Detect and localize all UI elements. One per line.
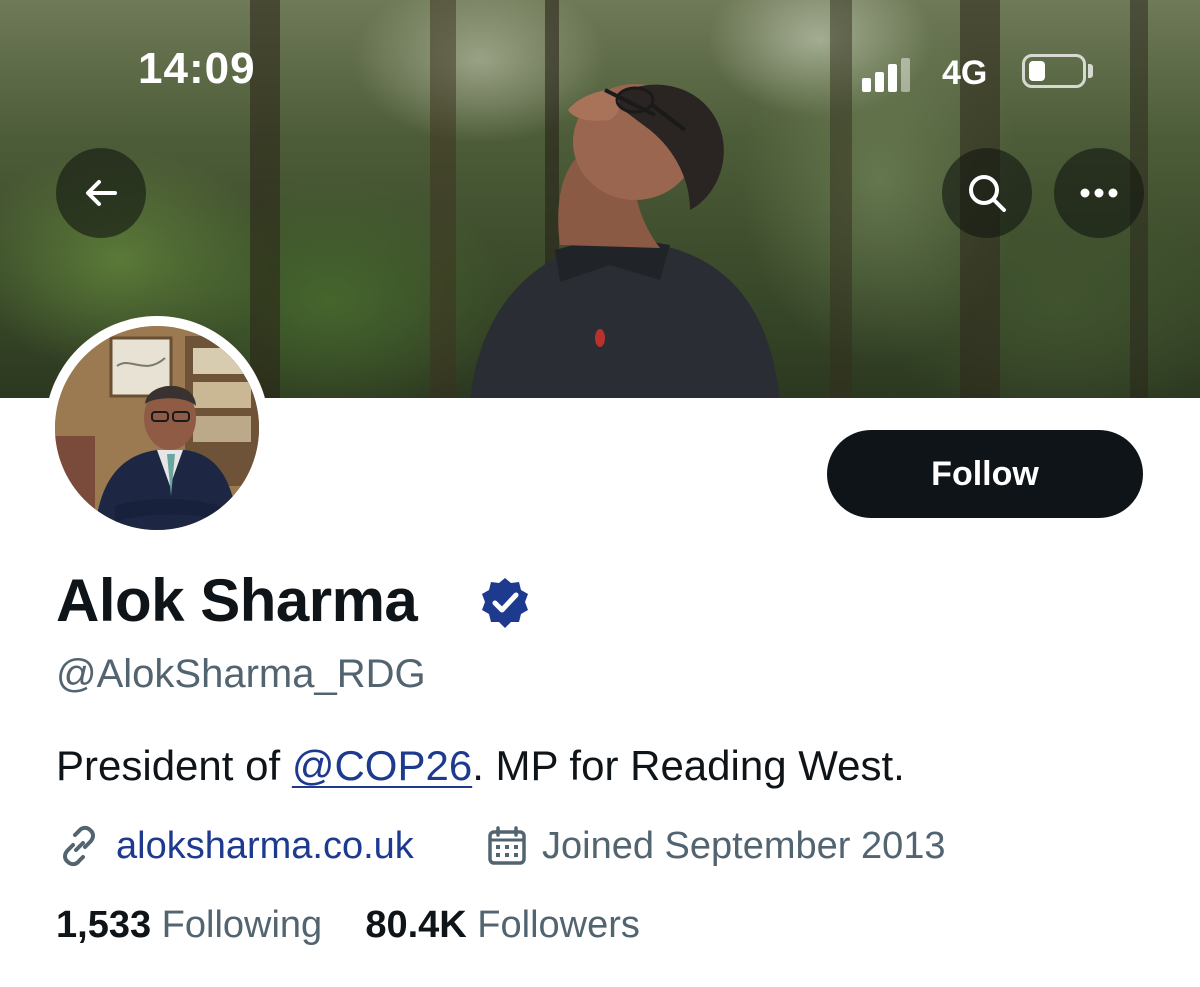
followers-label: Followers <box>477 904 640 946</box>
following-count: 1,533 <box>56 904 152 946</box>
bio-mention-link[interactable]: @COP26 <box>292 742 472 789</box>
more-horizontal-icon <box>1080 188 1118 198</box>
following-stat[interactable]: 1,533 Following <box>56 904 322 946</box>
banner-tree-trunk <box>830 0 852 398</box>
battery-level <box>1029 61 1045 81</box>
profile-page: 14:09 4G Follow Alok Sharma @AlokSharma_… <box>0 0 1200 987</box>
follow-stats: 1,533 Following 80.4K Followers <box>56 904 640 947</box>
bio-text-suffix: . MP for Reading West. <box>472 742 905 789</box>
follow-button[interactable]: Follow <box>827 430 1143 518</box>
banner-tree-trunk <box>430 0 456 398</box>
display-name: Alok Sharma <box>56 567 418 634</box>
profile-handle: @AlokSharma_RDG <box>56 652 426 696</box>
following-label: Following <box>161 904 323 946</box>
battery-icon <box>1022 54 1086 88</box>
search-button[interactable] <box>942 148 1032 238</box>
back-button[interactable] <box>56 148 146 238</box>
banner-person-figure <box>470 84 780 398</box>
calendar-icon <box>488 826 526 865</box>
signal-bar <box>901 58 910 92</box>
verified-badge-icon[interactable] <box>478 576 532 630</box>
avatar-portrait <box>55 326 259 530</box>
joined-item: Joined September 2013 <box>486 818 946 874</box>
battery-cap <box>1088 64 1093 78</box>
website-link[interactable]: aloksharma.co.uk <box>116 825 414 868</box>
profile-avatar[interactable] <box>45 316 269 540</box>
followers-stat[interactable]: 80.4K Followers <box>365 904 640 946</box>
link-icon <box>63 825 95 867</box>
bio-text-prefix: President of <box>56 742 292 789</box>
arrow-left-icon <box>86 180 117 206</box>
status-time: 14:09 <box>138 44 256 93</box>
avatar-photo <box>55 326 259 530</box>
signal-bar <box>875 72 884 92</box>
more-button[interactable] <box>1054 148 1144 238</box>
search-icon <box>969 175 1006 212</box>
profile-bio: President of @COP26. MP for Reading West… <box>56 742 905 790</box>
signal-bar <box>862 78 871 92</box>
website-item[interactable]: aloksharma.co.uk <box>56 818 414 874</box>
joined-date: Joined September 2013 <box>542 824 946 867</box>
network-label: 4G <box>942 54 988 92</box>
signal-bar <box>888 64 897 92</box>
followers-count: 80.4K <box>365 904 467 946</box>
